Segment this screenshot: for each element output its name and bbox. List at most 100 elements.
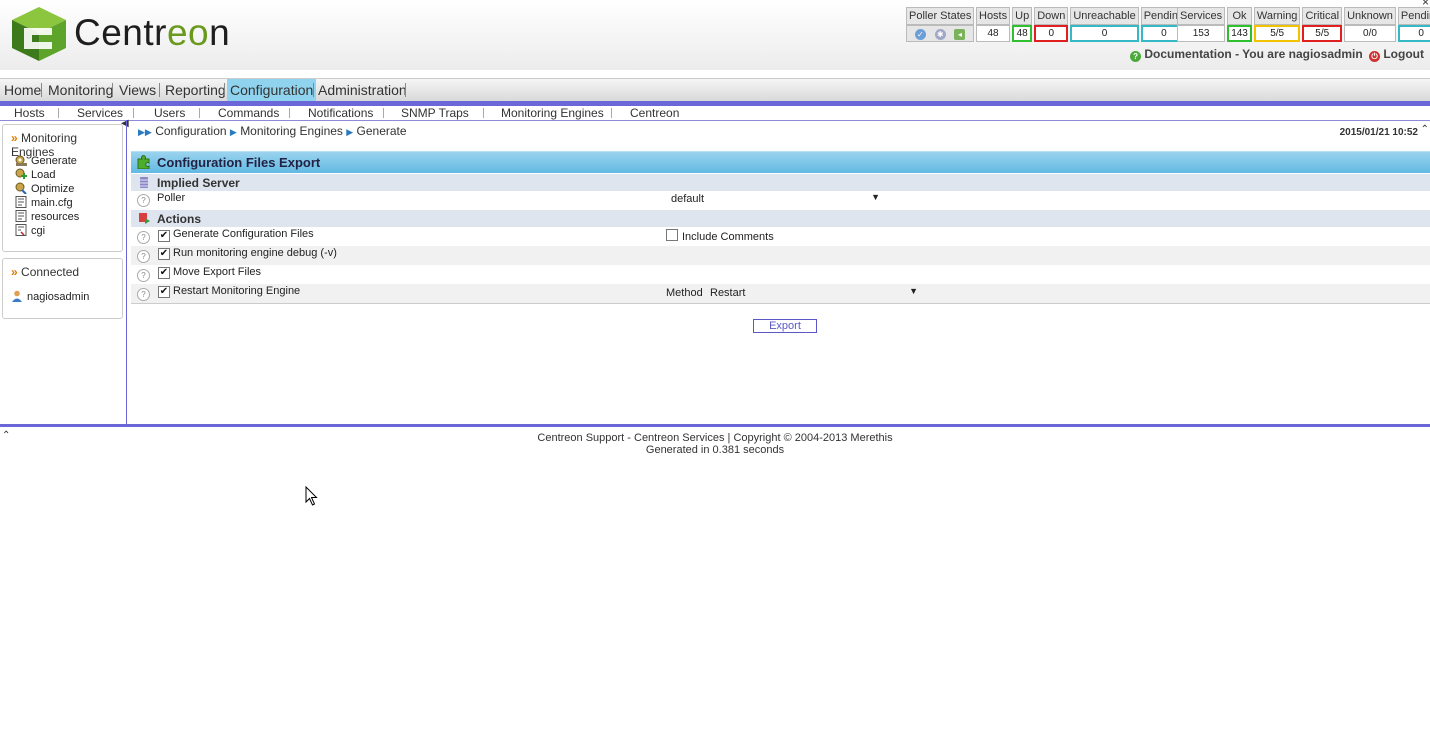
debug-checkbox[interactable]: ✔ [158,248,170,260]
breadcrumb-monitoring-engines[interactable]: Monitoring Engines [240,124,343,138]
poller-running-icon[interactable]: ✓ [914,28,926,40]
hosts-down-header[interactable]: Down [1034,7,1069,25]
footer-generated: Generated in 0.381 seconds [645,444,785,456]
submenu-snmp-traps[interactable]: SNMP Traps [401,106,469,120]
breadcrumb-generate[interactable]: Generate [357,124,407,138]
submenu-monitoring-engines[interactable]: Monitoring Engines [501,106,604,120]
row-restart: ? ✔ Restart Monitoring Engine Method Res… [131,284,1430,303]
help-icon[interactable]: ? [137,194,150,207]
sidebar-item-cgi[interactable]: cgi [15,224,45,237]
services-critical-count[interactable]: 5/5 [1302,25,1343,42]
row-poller: ? Poller default ▼ [131,191,1430,209]
sidebar-monitoring-engines: » Monitoring Engines Generate Load Optim… [2,124,123,252]
row-debug: ? ✔ Run monitoring engine debug (-v) [131,246,1430,265]
sidebar-item-optimize[interactable]: Optimize [15,182,74,195]
dropdown-arrow-icon: ▼ [909,286,918,296]
sidebar-item-load[interactable]: Load [15,168,55,181]
close-icon[interactable]: × [1422,0,1429,9]
menu-home[interactable]: Home [4,82,41,98]
menu-configuration[interactable]: Configuration [227,79,317,101]
export-button[interactable]: Export [753,319,817,333]
generate-checkbox[interactable]: ✔ [158,230,170,242]
section-actions: Actions [131,210,1430,227]
menu-views[interactable]: Views [119,82,156,98]
sidebar-item-main-cfg[interactable]: main.cfg [15,196,73,209]
sub-menu: Hosts Services Users Commands Notificati… [0,106,1430,121]
optimize-icon [15,182,27,194]
breadcrumb-configuration[interactable]: Configuration [155,124,226,138]
help-icon[interactable]: ? [137,269,150,282]
sidebar-connected: » Connected nagiosadmin [2,258,123,319]
user-line: ? Documentation - You are nagiosadmin ⏻ … [1130,47,1424,62]
hosts-up-count[interactable]: 48 [1012,25,1033,42]
centreon-logo[interactable]: Centreon [10,6,250,62]
sidebar-item-generate[interactable]: Generate [15,154,77,167]
centreon-cube-icon [12,7,66,61]
sidebar-item-resources[interactable]: resources [15,210,79,223]
help-icon: ? [1130,51,1142,62]
breadcrumb-arrow-icon: ▶ [229,127,237,137]
hosts-header[interactable]: Hosts [976,7,1011,25]
you-are-text: - You are nagiosadmin [1231,47,1363,61]
include-comments-label: Include Comments [682,231,774,243]
connected-user[interactable]: nagiosadmin [11,290,89,303]
menu-monitoring[interactable]: Monitoring [48,82,113,98]
power-icon[interactable]: ⏻ [1369,51,1380,62]
hosts-unreachable-count[interactable]: 0 [1070,25,1139,42]
services-ok-header[interactable]: Ok [1227,7,1252,25]
row-move: ? ✔ Move Export Files [131,265,1430,284]
breadcrumb: ▶▶ Configuration ▶ Monitoring Engines ▶ … [138,124,407,138]
poller-gear-icon[interactable]: ✱ [934,28,946,40]
submenu-commands[interactable]: Commands [218,106,279,120]
hosts-unreachable-header[interactable]: Unreachable [1070,7,1139,25]
services-unknown-header[interactable]: Unknown [1344,7,1396,25]
restart-checkbox[interactable]: ✔ [158,286,170,298]
footer-copyright[interactable]: Centreon Support - Centreon Services | C… [0,432,1430,444]
submenu-services[interactable]: Services [77,106,123,120]
submenu-centreon[interactable]: Centreon [630,106,679,120]
row-generate: ? ✔ Generate Configuration Files Include… [131,227,1430,246]
help-icon[interactable]: ? [137,231,150,244]
poller-states-header: Poller States [906,7,975,25]
services-critical-header[interactable]: Critical [1302,7,1343,25]
services-ok-count[interactable]: 143 [1227,25,1252,42]
poller-states-table: Poller States ✓ ✱ ◂ [904,7,976,42]
file-text-icon [15,196,27,208]
services-warning-header[interactable]: Warning [1253,7,1301,25]
poller-select[interactable]: default ▼ [667,192,883,207]
services-header[interactable]: Services [1177,7,1226,25]
puzzle-icon [137,155,150,169]
brand-name: Centreon [74,12,231,53]
collapse-sidebar-icon[interactable]: ◀ [121,118,129,129]
file-code-icon [15,224,27,236]
help-icon[interactable]: ? [137,288,150,301]
form-header: Configuration Files Export [131,151,1430,173]
services-total[interactable]: 153 [1177,25,1226,42]
menu-administration[interactable]: Administration [318,82,407,98]
hosts-up-header[interactable]: Up [1012,7,1033,25]
footer: Centreon Support - Centreon Services | C… [0,432,1430,456]
services-pending-count[interactable]: 0 [1397,25,1430,42]
include-comments-checkbox[interactable] [666,229,678,241]
logout-link[interactable]: Logout [1383,47,1424,61]
services-warning-count[interactable]: 5/5 [1253,25,1301,42]
documentation-link[interactable]: Documentation [1144,47,1231,61]
move-checkbox[interactable]: ✔ [158,267,170,279]
services-pending-header[interactable]: Pending [1397,7,1430,25]
submenu-notifications[interactable]: Notifications [308,106,373,120]
gears-icon [15,155,27,166]
menu-reporting[interactable]: Reporting [165,82,226,98]
method-select[interactable]: Restart ▼ [706,286,921,301]
help-icon[interactable]: ? [137,250,150,263]
services-unknown-count[interactable]: 0/0 [1344,25,1396,42]
submenu-users[interactable]: Users [154,106,185,120]
poller-label: Poller [157,192,186,204]
restart-label: Restart Monitoring Engine [173,285,301,297]
connected-title: Connected [21,265,80,279]
hosts-down-count[interactable]: 0 [1034,25,1069,42]
poller-activity-icon[interactable]: ◂ [954,28,966,40]
submenu-hosts[interactable]: Hosts [14,106,45,120]
hosts-total[interactable]: 48 [976,25,1011,42]
chevron-up-icon[interactable]: ⌃ [1421,124,1429,135]
method-label: Method [666,287,703,299]
